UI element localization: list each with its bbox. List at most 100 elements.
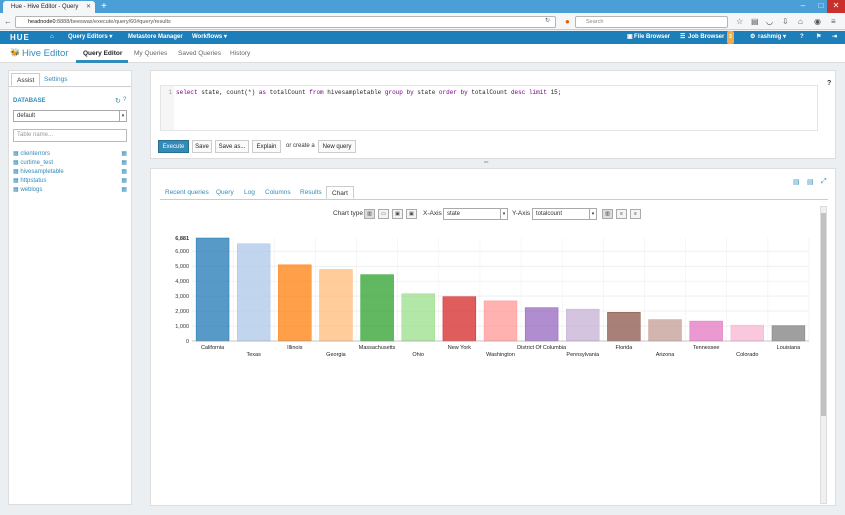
- tab-chart[interactable]: Chart: [326, 186, 354, 199]
- editor-help-icon[interactable]: ?: [827, 80, 831, 87]
- nav-workflows[interactable]: Workflows ▾: [192, 31, 227, 44]
- x-tick-label: Louisiana: [777, 345, 801, 351]
- line-number: 1: [168, 89, 172, 96]
- chevron-down-icon: ▾: [500, 209, 507, 219]
- pocket-icon[interactable]: ◡: [766, 16, 773, 27]
- minimize-icon[interactable]: –: [794, 0, 812, 13]
- sort-desc-icon[interactable]: ≡: [630, 209, 641, 219]
- table-name: httpstatus: [20, 178, 47, 184]
- sql-text: state, count(*): [197, 89, 259, 96]
- table-list-item[interactable]: ▦ httpstatus ▦: [13, 177, 127, 186]
- url-path: :8888/beeswax/execute/query/60#query/res…: [55, 19, 171, 25]
- home-nav-icon[interactable]: ⌂: [50, 31, 54, 44]
- x-tick-label: Illinois: [287, 345, 303, 351]
- tab-columns[interactable]: Columns: [265, 186, 291, 199]
- download-csv-icon[interactable]: ▤: [793, 178, 800, 186]
- chart-bar: [360, 274, 394, 342]
- tab-saved-queries[interactable]: Saved Queries: [178, 50, 221, 57]
- sort-asc-icon[interactable]: ≡: [616, 209, 627, 219]
- y-axis-value: totalcount: [536, 211, 563, 217]
- file-browser-icon[interactable]: ▣: [627, 31, 633, 44]
- new-query-button[interactable]: New query: [318, 140, 356, 153]
- home-icon[interactable]: ⌂: [798, 16, 803, 27]
- tab-settings[interactable]: Settings: [39, 73, 73, 86]
- bookmark-star-icon[interactable]: ☆: [736, 16, 743, 27]
- line-chart-type-icon[interactable]: ▭: [378, 209, 389, 219]
- tab-results[interactable]: Results: [300, 186, 322, 199]
- nav-metastore-manager[interactable]: Metastore Manager: [128, 31, 183, 44]
- tab-recent-queries[interactable]: Recent queries: [165, 186, 209, 199]
- nav-user-menu[interactable]: rashmig ▾: [758, 31, 786, 44]
- pie-chart-type-icon[interactable]: ▣: [392, 209, 403, 219]
- table-preview-icon[interactable]: ▦: [121, 159, 127, 168]
- back-icon[interactable]: ←: [4, 16, 12, 27]
- addon-icon[interactable]: ◉: [814, 16, 821, 27]
- bar-chart-type-icon[interactable]: ▥: [364, 209, 375, 219]
- table-list-item[interactable]: ▦ weblogs ▦: [13, 186, 127, 195]
- table-list-item[interactable]: ▦ curtime_test ▦: [13, 159, 127, 168]
- table-filter-input[interactable]: Table name...: [13, 129, 127, 142]
- database-select[interactable]: default ▾: [13, 110, 127, 122]
- code-editor[interactable]: 1 select state, count(*) as totalCount f…: [160, 85, 818, 131]
- save-as-button[interactable]: Save as...: [215, 140, 249, 153]
- nav-query-editors[interactable]: Query Editors ▾: [68, 31, 112, 44]
- x-axis-select[interactable]: state ▾: [443, 208, 508, 220]
- execute-button[interactable]: Execute: [158, 140, 189, 153]
- map-chart-type-icon[interactable]: ▣: [406, 209, 417, 219]
- flag-icon[interactable]: ⚑: [816, 31, 821, 44]
- url-bar[interactable]: headnode0:8888/beeswax/execute/query/60#…: [15, 16, 556, 28]
- table-preview-icon[interactable]: ▦: [121, 186, 127, 195]
- tab-query[interactable]: Query: [216, 186, 234, 199]
- explain-button[interactable]: Explain: [252, 140, 281, 153]
- close-tab-icon[interactable]: ✕: [86, 1, 91, 13]
- download-xls-icon[interactable]: ▤: [807, 178, 814, 186]
- sort-none-icon[interactable]: ▥: [602, 209, 613, 219]
- nav-file-browser[interactable]: File Browser: [634, 31, 670, 44]
- table-preview-icon[interactable]: ▦: [121, 150, 127, 159]
- logout-icon[interactable]: ⇥: [832, 31, 837, 44]
- resize-handle-icon[interactable]: ═: [484, 160, 488, 166]
- x-tick-label: New York: [448, 345, 471, 351]
- nav-job-browser[interactable]: Job Browser: [688, 31, 724, 44]
- chart-bar: [401, 293, 435, 342]
- sql-keyword: desc: [510, 89, 526, 96]
- sql-keyword: as: [258, 89, 267, 96]
- reload-icon[interactable]: ↻: [545, 16, 550, 27]
- sql-text: 15;: [546, 89, 562, 96]
- refresh-icon[interactable]: ↻: [115, 97, 121, 105]
- save-button[interactable]: Save: [192, 140, 212, 153]
- help-icon[interactable]: ?: [800, 31, 804, 44]
- search-engine-icon[interactable]: ●: [565, 16, 570, 27]
- active-tab-indicator: [76, 60, 128, 63]
- table-preview-icon[interactable]: ▦: [121, 168, 127, 177]
- browser-search-input[interactable]: Search: [575, 16, 728, 28]
- search-placeholder: Search: [586, 19, 604, 25]
- table-list-item[interactable]: ▦ hivesampletable ▦: [13, 168, 127, 177]
- bar-chart: 0 1,000 2,000 3,000 4,000 5,000 6,000 6,881 Cali…: [175, 236, 810, 358]
- hue-logo[interactable]: HUE: [10, 31, 30, 44]
- reading-list-icon[interactable]: ▤: [751, 16, 759, 27]
- x-tick-label: Georgia: [326, 352, 347, 358]
- tab-assist[interactable]: Assist: [11, 73, 41, 86]
- chart-bar: [195, 237, 230, 342]
- tab-log[interactable]: Log: [244, 186, 255, 199]
- close-window-icon[interactable]: ✕: [827, 0, 845, 13]
- table-list-item[interactable]: ▦ clienterrors ▦: [13, 150, 127, 159]
- help-circle-icon[interactable]: ?: [123, 97, 126, 103]
- table-preview-icon[interactable]: ▦: [121, 177, 127, 186]
- scrollbar-thumb[interactable]: [821, 213, 826, 416]
- expand-icon[interactable]: ⤢: [821, 178, 827, 186]
- tab-query-editor[interactable]: Query Editor: [83, 50, 122, 57]
- menu-icon[interactable]: ≡: [831, 16, 836, 27]
- results-scrollbar[interactable]: [820, 206, 827, 504]
- user-icon: ⚙: [750, 34, 756, 40]
- job-browser-icon[interactable]: ☰: [680, 31, 685, 44]
- new-tab-icon[interactable]: +: [101, 0, 107, 13]
- x-tick-label: Ohio: [412, 352, 424, 358]
- job-count-badge: 3: [727, 31, 734, 44]
- browser-tab[interactable]: Hue - Hive Editor - Query ✕: [3, 1, 95, 13]
- download-icon[interactable]: ⇩: [782, 16, 789, 27]
- y-axis-select[interactable]: totalcount ▾: [532, 208, 597, 220]
- tab-history[interactable]: History: [230, 50, 250, 57]
- tab-my-queries[interactable]: My Queries: [134, 50, 167, 57]
